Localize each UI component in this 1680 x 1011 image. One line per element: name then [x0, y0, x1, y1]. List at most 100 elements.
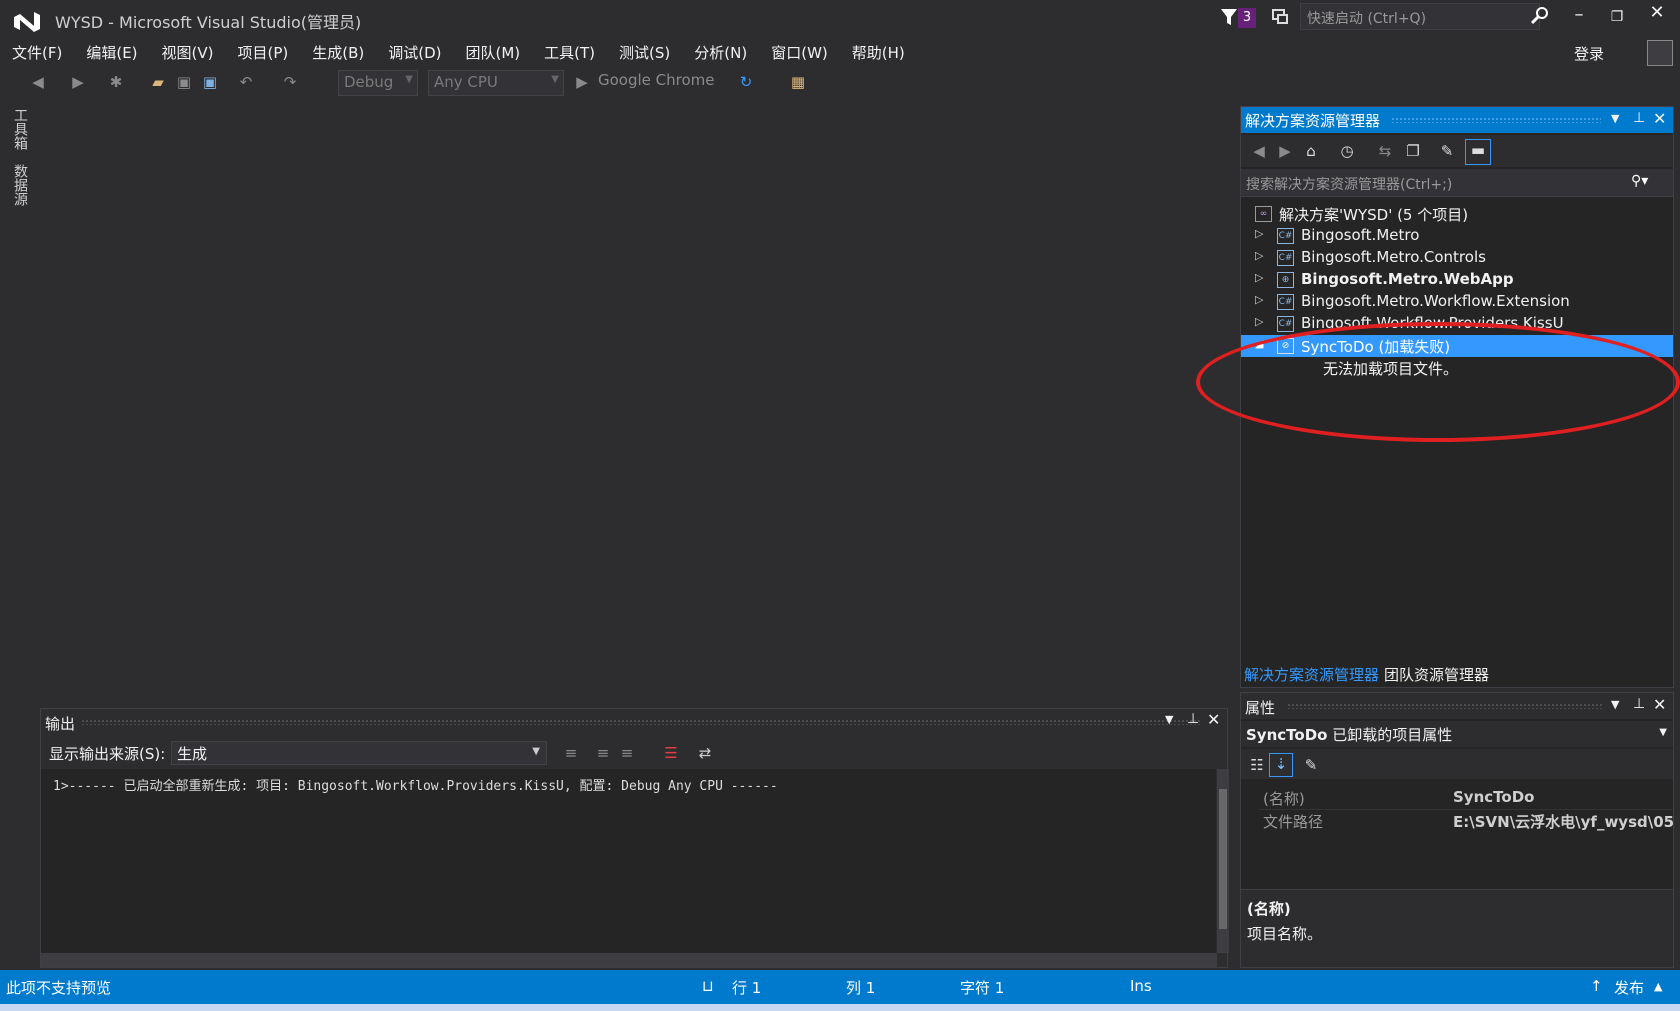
tree-item-project[interactable]: ▷ C# Bingosoft.Metro.Workflow.Extension [1241, 291, 1673, 313]
publish-icon[interactable]: ↑ [1590, 977, 1603, 995]
start-icon[interactable]: ▶ [572, 72, 592, 92]
publish-button[interactable]: 发布 [1614, 977, 1644, 998]
find-next-icon[interactable]: ≡ [617, 743, 637, 763]
menu-analyze[interactable]: 分析(N) [682, 38, 759, 66]
output-drag-handle[interactable] [81, 719, 1201, 725]
solution-dropdown-icon[interactable]: ▼ [1611, 112, 1619, 125]
menu-view[interactable]: 视图(V) [150, 38, 226, 66]
menu-help[interactable]: 帮助(H) [840, 38, 917, 66]
output-window: 输出 ▼ ⊥ ✕ 显示输出来源(S): 生成 ▼ ≡ ≡ ≡ ☰ ⇄ 1>----… [40, 708, 1229, 968]
properties-window: 属性 ▼ ⊥ ✕ SyncToDo 已卸载的项目属性 ▼ ☷ ⇣ ✎ (名称) … [1240, 692, 1674, 968]
back-icon[interactable]: ◀ [28, 72, 48, 92]
properties-object-select[interactable]: SyncToDo 已卸载的项目属性 ▼ [1241, 721, 1673, 747]
output-source-select[interactable]: 生成 ▼ [171, 741, 547, 765]
output-toolbar: 显示输出来源(S): 生成 ▼ ≡ ≡ ≡ ☰ ⇄ [41, 739, 1229, 767]
menu-window[interactable]: 窗口(W) [759, 38, 840, 66]
output-text[interactable]: 1>------ 已启动全部重新生成: 项目: Bingosoft.Workfl… [41, 769, 1216, 953]
pending-changes-icon[interactable]: ◷ [1337, 141, 1357, 161]
tab-solution-explorer[interactable]: 解决方案资源管理器 [1244, 664, 1379, 685]
expand-icon[interactable]: ▷ [1255, 249, 1263, 262]
tree-item-project[interactable]: ▷ C# Bingosoft.Metro [1241, 225, 1673, 247]
search-icon[interactable] [1530, 6, 1550, 26]
menu-test[interactable]: 测试(S) [607, 38, 682, 66]
tree-item-startup-project[interactable]: ▷ ⊕ Bingosoft.Metro.WebApp [1241, 269, 1673, 291]
menu-tools[interactable]: 工具(T) [532, 38, 607, 66]
tree-item-project[interactable]: ▷ C# Bingosoft.Metro.Controls [1241, 247, 1673, 269]
tree-item-unloaded-project[interactable]: ◢ ⊘ SyncToDo (加载失败) [1241, 335, 1673, 357]
browser-select[interactable]: Google Chrome [598, 71, 715, 89]
property-row[interactable]: 文件路径 E:\SVN\云浮水电\yf_wysd\05.开 [1259, 809, 1673, 831]
minimize-icon[interactable]: – [1565, 4, 1593, 30]
properties-icon[interactable]: ✎ [1437, 141, 1457, 161]
save-all-icon[interactable]: ▣ [200, 72, 220, 92]
collapse-icon[interactable]: ◢ [1255, 337, 1263, 350]
collapse-all-icon[interactable]: ❐ [1403, 141, 1423, 161]
browser-link-icon[interactable]: ▦ [788, 72, 808, 92]
menu-edit[interactable]: 编辑(E) [74, 38, 149, 66]
quick-launch-input[interactable]: 快速启动 (Ctrl+Q) [1300, 3, 1540, 30]
property-pages-icon[interactable]: ✎ [1301, 755, 1321, 775]
publish-arrow-icon[interactable]: ▲ [1654, 980, 1662, 993]
close-icon[interactable]: ✕ [1643, 2, 1671, 30]
solution-explorer-drag-handle[interactable] [1391, 117, 1601, 123]
properties-drag-handle[interactable] [1287, 703, 1603, 709]
refresh-icon[interactable]: ↻ [736, 72, 756, 92]
solution-pin-icon[interactable]: ⊥ [1633, 110, 1645, 126]
prev-message-icon[interactable]: ≡ [561, 743, 581, 763]
word-wrap-icon[interactable]: ⇄ [695, 743, 715, 763]
feedback-icon[interactable] [1270, 6, 1290, 28]
output-close-icon[interactable]: ✕ [1207, 710, 1220, 729]
notification-badge[interactable]: 3 [1238, 8, 1256, 28]
properties-close-icon[interactable]: ✕ [1653, 695, 1666, 714]
clear-all-icon[interactable]: ☰ [661, 743, 681, 763]
output-dropdown-icon[interactable]: ▼ [1165, 713, 1173, 726]
output-horizontal-scrollbar[interactable] [41, 953, 1217, 967]
datasource-tab[interactable]: 数据源 [10, 164, 30, 206]
tree-item-project[interactable]: ▷ C# Bingosoft.Workflow.Providers.KissU [1241, 313, 1673, 335]
properties-pin-icon[interactable]: ⊥ [1633, 696, 1645, 712]
toolbox-tab[interactable]: 工具箱 [10, 108, 30, 150]
undo-icon[interactable]: ↶ [236, 72, 256, 92]
categorized-icon[interactable]: ☷ [1247, 755, 1267, 775]
save-icon[interactable]: ▣ [174, 72, 194, 92]
forward-icon[interactable]: ▶ [68, 72, 88, 92]
tree-item-solution[interactable]: ∞ 解决方案'WYSD' (5 个项目) [1241, 203, 1673, 225]
properties-dropdown-icon[interactable]: ▼ [1611, 698, 1619, 711]
menu-debug[interactable]: 调试(D) [376, 38, 453, 66]
back-icon[interactable]: ◀ [1249, 141, 1269, 161]
menu-team[interactable]: 团队(M) [454, 38, 533, 66]
solution-search-input[interactable]: 搜索解决方案资源管理器(Ctrl+;) [1241, 169, 1673, 197]
output-scroll-thumb[interactable] [1219, 789, 1227, 929]
sync-icon[interactable]: ⇆ [1375, 141, 1395, 161]
menu-project[interactable]: 项目(P) [226, 38, 301, 66]
config-select[interactable]: Debug ▼ [338, 70, 418, 96]
tab-team-explorer[interactable]: 团队资源管理器 [1384, 664, 1489, 685]
new-project-icon[interactable]: ✱ [106, 72, 126, 92]
expand-icon[interactable]: ▷ [1255, 315, 1263, 328]
expand-icon[interactable]: ▷ [1255, 271, 1263, 284]
alphabetical-icon[interactable]: ⇣ [1269, 753, 1293, 777]
search-icon[interactable]: ⚲▾ [1631, 173, 1648, 189]
solution-explorer-toolbar: ◀ ▶ ⌂ ◷ ⇆ ❐ ✎ ▬ [1241, 135, 1673, 167]
output-header: 输出 ▼ ⊥ ✕ [41, 709, 1229, 735]
login-link[interactable]: 登录 [1574, 43, 1604, 64]
menu-build[interactable]: 生成(B) [300, 38, 376, 66]
solution-explorer: 解决方案资源管理器 ▼ ⊥ ✕ ◀ ▶ ⌂ ◷ ⇆ ❐ ✎ ▬ 搜索解决方案资源… [1240, 106, 1674, 688]
redo-icon[interactable]: ↷ [280, 72, 300, 92]
tree-item-error-message[interactable]: 无法加载项目文件。 [1241, 357, 1673, 379]
expand-icon[interactable]: ▷ [1255, 227, 1263, 240]
expand-icon[interactable]: ▷ [1255, 293, 1263, 306]
restore-icon[interactable]: ❐ [1603, 4, 1631, 30]
menu-file[interactable]: 文件(F) [0, 38, 74, 66]
preview-icon[interactable]: ▬ [1465, 139, 1491, 165]
filter-icon[interactable] [1219, 6, 1239, 28]
output-pin-icon[interactable]: ⊥ [1187, 711, 1199, 727]
home-icon[interactable]: ⌂ [1301, 141, 1321, 161]
open-file-icon[interactable]: ▰ [148, 72, 168, 92]
platform-select[interactable]: Any CPU ▼ [428, 70, 564, 96]
avatar-icon[interactable] [1647, 40, 1673, 66]
forward-icon[interactable]: ▶ [1275, 141, 1295, 161]
property-row[interactable]: (名称) SyncToDo [1259, 787, 1673, 809]
solution-close-icon[interactable]: ✕ [1653, 109, 1666, 128]
find-prev-icon[interactable]: ≡ [593, 743, 613, 763]
